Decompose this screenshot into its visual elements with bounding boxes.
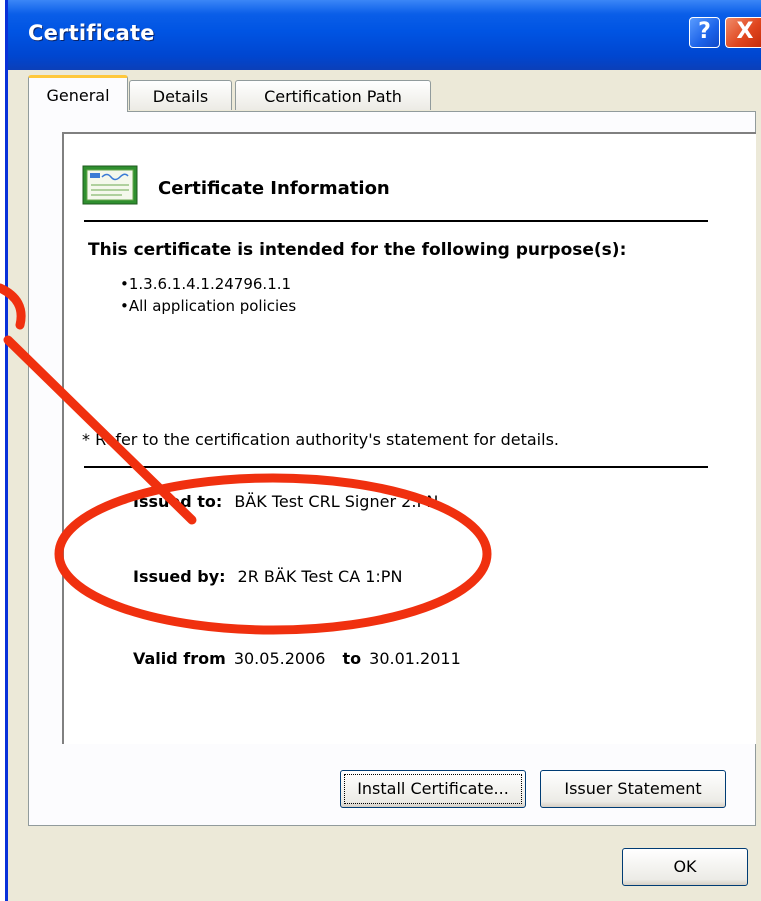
divider-top (84, 220, 708, 222)
tab-general[interactable]: General (28, 75, 128, 112)
divider-bottom (84, 466, 708, 468)
issued-by-value: 2R BÄK Test CA 1:PN (237, 567, 403, 586)
ok-button[interactable]: OK (622, 848, 748, 886)
close-button[interactable]: X (725, 17, 761, 48)
issued-by-label: Issued by: (133, 567, 226, 586)
tab-details[interactable]: Details (129, 80, 232, 110)
purpose-item: •1.3.6.1.4.1.24796.1.1 (120, 275, 292, 293)
valid-from-label: Valid from (133, 649, 226, 668)
issued-by-row: Issued by: 2R BÄK Test CA 1:PN (133, 567, 402, 586)
certificate-icon (82, 165, 138, 205)
purpose-item: •All application policies (120, 297, 297, 315)
purpose-heading: This certificate is intended for the fol… (88, 240, 627, 260)
refer-note: * Refer to the certification authority's… (82, 430, 559, 449)
window-title: Certificate (28, 21, 155, 45)
issued-to-row: Issued to: BÄK Test CRL Signer 2:PN (133, 492, 438, 511)
install-certificate-button[interactable]: Install Certificate... (340, 770, 526, 808)
valid-to-value: 30.01.2011 (369, 649, 461, 668)
valid-from-value: 30.05.2006 (233, 649, 326, 668)
valid-to-label: to (342, 649, 362, 668)
issued-to-value: BÄK Test CRL Signer 2:PN (234, 492, 439, 511)
title-bar[interactable]: Certificate ? X (8, 0, 761, 70)
issued-to-label: Issued to: (133, 492, 223, 511)
validity-row: Valid from 30.05.2006 to 30.01.2011 (133, 649, 461, 668)
tab-certification-path[interactable]: Certification Path (235, 80, 431, 110)
issuer-statement-button[interactable]: Issuer Statement (540, 770, 726, 808)
certificate-info-heading: Certificate Information (158, 178, 390, 199)
help-button[interactable]: ? (689, 17, 720, 48)
